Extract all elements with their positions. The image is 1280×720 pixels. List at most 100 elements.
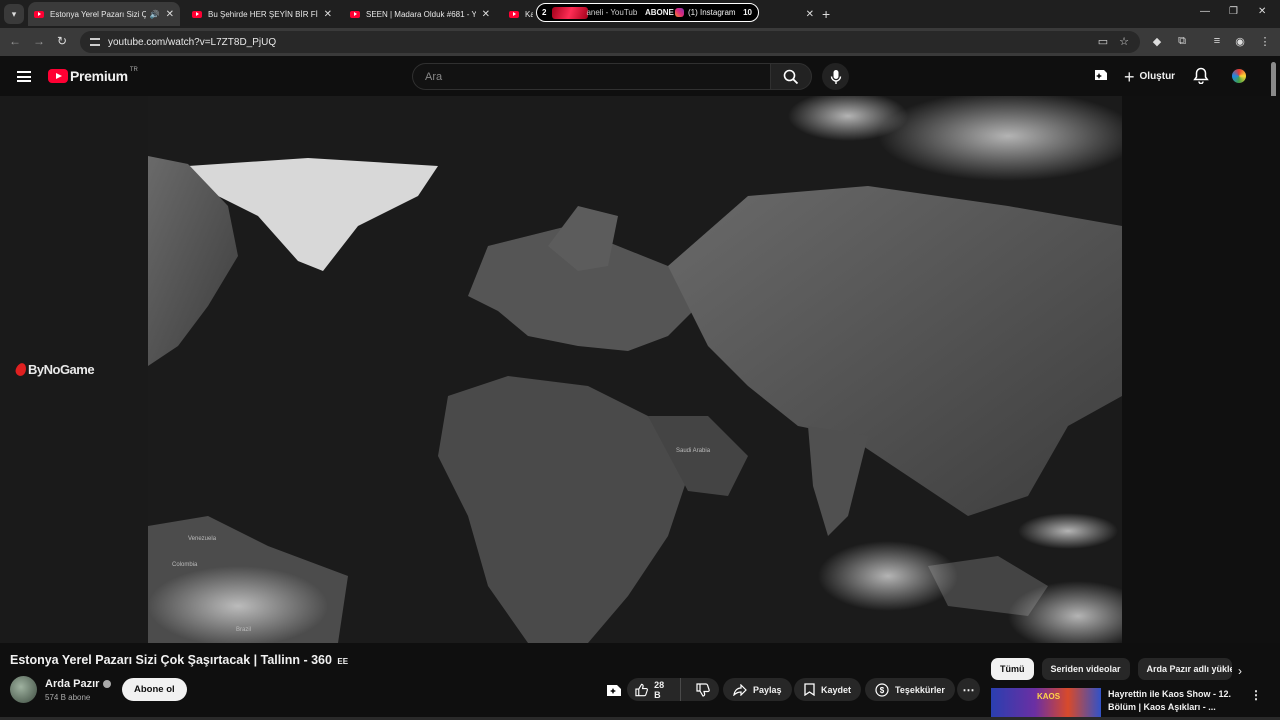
ai-sparkle-icon[interactable] <box>606 683 622 697</box>
map-label-colombia: Colombia <box>172 562 198 568</box>
thanks-button[interactable]: $ Teşekkürler <box>865 678 955 701</box>
chevron-right-icon[interactable]: › <box>1238 664 1242 678</box>
svg-text:$: $ <box>880 686 885 695</box>
url-text: youtube.com/watch?v=L7ZT8D_PjUQ <box>108 36 277 48</box>
tab-title: Bu Şehirde HER ŞEYİN BİR FİYATI VAR <box>208 9 318 19</box>
channel-name[interactable]: Arda Pazır <box>45 678 112 690</box>
reload-icon[interactable]: ↻ <box>57 34 67 48</box>
map-label-brazil: Brazil <box>236 627 251 633</box>
share-button[interactable]: Paylaş <box>723 678 792 701</box>
browser-tab[interactable]: Bu Şehirde HER ŞEYİN BİR FİYATI VAR ✕ <box>186 2 338 26</box>
tab-title: Estonya Yerel Pazarı Sizi Çok Şaşırtacak <box>50 9 146 19</box>
tab-title: SEEN | Madara Olduk #681 - YouTube <box>366 9 476 19</box>
browser-tab-strip: ▾ Estonya Yerel Pazarı Sizi Çok Şaşırtac… <box>0 0 1280 28</box>
overlay-red-bar <box>552 6 589 19</box>
overlay-count-left: 2 <box>542 8 547 17</box>
cast-icon[interactable]: ▭ <box>1096 35 1110 49</box>
voice-search-button[interactable] <box>822 63 849 90</box>
thumbnail-text: KAOS <box>1037 692 1061 701</box>
close-tab-icon[interactable]: ✕ <box>482 9 490 20</box>
browser-tab[interactable]: SEEN | Madara Olduk #681 - YouTube ✕ <box>344 2 496 26</box>
account-avatar[interactable] <box>1230 67 1248 85</box>
plus-icon: + <box>1124 66 1135 87</box>
instagram-tab-title: (1) Instagram <box>688 8 736 17</box>
youtube-favicon-icon <box>192 10 202 18</box>
map-label-saudi-arabia: Saudi Arabia <box>676 448 711 454</box>
instagram-icon <box>675 8 684 17</box>
browser-tab[interactable]: Kan <box>503 2 539 26</box>
browser-toolbar: ← → ↻ youtube.com/watch?v=L7ZT8D_PjUQ ▭ … <box>0 28 1280 56</box>
create-button[interactable]: + Oluştur <box>1118 63 1181 90</box>
recommendation-filter-chips: Tümü Seriden videolar Arda Pazır adlı yü… <box>991 658 1232 680</box>
youtube-premium-logo[interactable]: Premium TR <box>48 67 138 84</box>
thanks-label: Teşekkürler <box>895 684 945 695</box>
youtube-favicon-icon <box>34 10 44 18</box>
super-thanks-icon: $ <box>875 682 889 697</box>
tab-title: Kan <box>525 9 533 19</box>
chip-all[interactable]: Tümü <box>991 658 1034 680</box>
new-tab-icon[interactable]: + <box>822 6 830 22</box>
youtube-header: Premium TR + Oluştur <box>0 56 1280 96</box>
video-title: Estonya Yerel Pazarı Sizi Çok Şaşırtacak… <box>10 653 348 667</box>
overlay-count-right: 10 <box>743 8 752 17</box>
extensions-puzzle-icon[interactable]: ⧉ <box>1175 35 1189 49</box>
share-label: Paylaş <box>753 684 782 695</box>
minimize-icon[interactable]: — <box>1200 6 1210 17</box>
save-button[interactable]: Kaydet <box>794 678 862 701</box>
cloud <box>818 541 958 611</box>
recommendation-title[interactable]: Hayrettin ile Kaos Show - 12. Bölüm | Ka… <box>1108 688 1233 714</box>
video-player[interactable]: ByNoGame Venezuela Colombia Brazil Saudi… <box>0 96 1280 643</box>
world-map-frame: Venezuela Colombia Brazil Saudi Arabia <box>148 96 1122 643</box>
search-button[interactable] <box>770 63 812 90</box>
bookmark-star-icon[interactable]: ☆ <box>1117 35 1131 49</box>
menu-icon[interactable] <box>17 71 31 82</box>
profile-icon[interactable]: ◉ <box>1233 35 1247 49</box>
audio-playing-icon[interactable]: 🔊 <box>150 10 160 19</box>
browser-menu-icon[interactable]: ⋮ <box>1258 35 1272 49</box>
close-tab-icon[interactable]: ✕ <box>324 9 332 20</box>
stream-overlay-widget: 2 aneli - YouTub ABONE (1) Instagram 10 <box>536 3 759 22</box>
overlay-subscribe-text: ABONE <box>645 8 674 17</box>
subscriber-count: 574 B abone <box>45 693 91 702</box>
maximize-icon[interactable]: ❐ <box>1229 6 1238 17</box>
subscribe-button[interactable]: Abone ol <box>122 678 187 701</box>
channel-avatar[interactable] <box>10 676 37 703</box>
map-label-venezuela: Venezuela <box>188 536 217 542</box>
save-label: Kaydet <box>821 684 852 695</box>
country-code: TR <box>129 67 138 73</box>
verified-badge-icon <box>103 680 112 688</box>
chip-uploader[interactable]: Arda Pazır adlı yükleyen <box>1137 658 1232 680</box>
video-right-pane <box>1122 96 1280 643</box>
more-actions-icon[interactable]: ⋯ <box>957 678 980 701</box>
browser-tab[interactable]: ✕ <box>764 2 820 26</box>
close-tab-icon[interactable]: ✕ <box>166 9 174 20</box>
tab-search-button[interactable]: ▾ <box>4 4 24 24</box>
browser-tab-active[interactable]: Estonya Yerel Pazarı Sizi Çok Şaşırtacak… <box>28 2 180 26</box>
address-bar[interactable]: youtube.com/watch?v=L7ZT8D_PjUQ <box>80 31 1140 53</box>
video-title-text: Estonya Yerel Pazarı Sizi Çok Şaşırtacak… <box>10 653 332 667</box>
sparkle-chat-icon[interactable] <box>1093 67 1109 83</box>
search-icon <box>783 69 799 84</box>
close-tab-icon[interactable]: ✕ <box>806 9 814 20</box>
thumbs-down-icon <box>696 682 710 697</box>
extension-diamond-icon[interactable]: ◆ <box>1150 35 1164 49</box>
youtube-favicon-icon <box>350 10 360 18</box>
back-icon[interactable]: ← <box>9 34 21 48</box>
cloud <box>1018 513 1118 549</box>
site-info-icon[interactable] <box>90 38 100 46</box>
media-controls-icon[interactable]: ≡ <box>1210 35 1224 49</box>
search-box <box>412 63 770 90</box>
recommendation-thumbnail[interactable]: KAOS <box>991 688 1101 720</box>
share-arrow-icon <box>733 683 747 696</box>
chip-series[interactable]: Seriden videolar <box>1041 658 1130 680</box>
like-count: 28 B <box>654 679 665 700</box>
notifications-bell-icon[interactable] <box>1193 67 1209 84</box>
recommendation-menu-icon[interactable]: ⋮ <box>1250 688 1262 702</box>
dislike-button[interactable] <box>687 678 719 701</box>
close-window-icon[interactable]: ✕ <box>1258 6 1266 17</box>
forward-icon[interactable]: → <box>33 34 45 48</box>
country-flag-code: EE <box>337 657 349 666</box>
search-input[interactable] <box>425 70 770 83</box>
like-button[interactable]: 28 B <box>627 678 681 701</box>
create-label: Oluştur <box>1139 71 1176 82</box>
